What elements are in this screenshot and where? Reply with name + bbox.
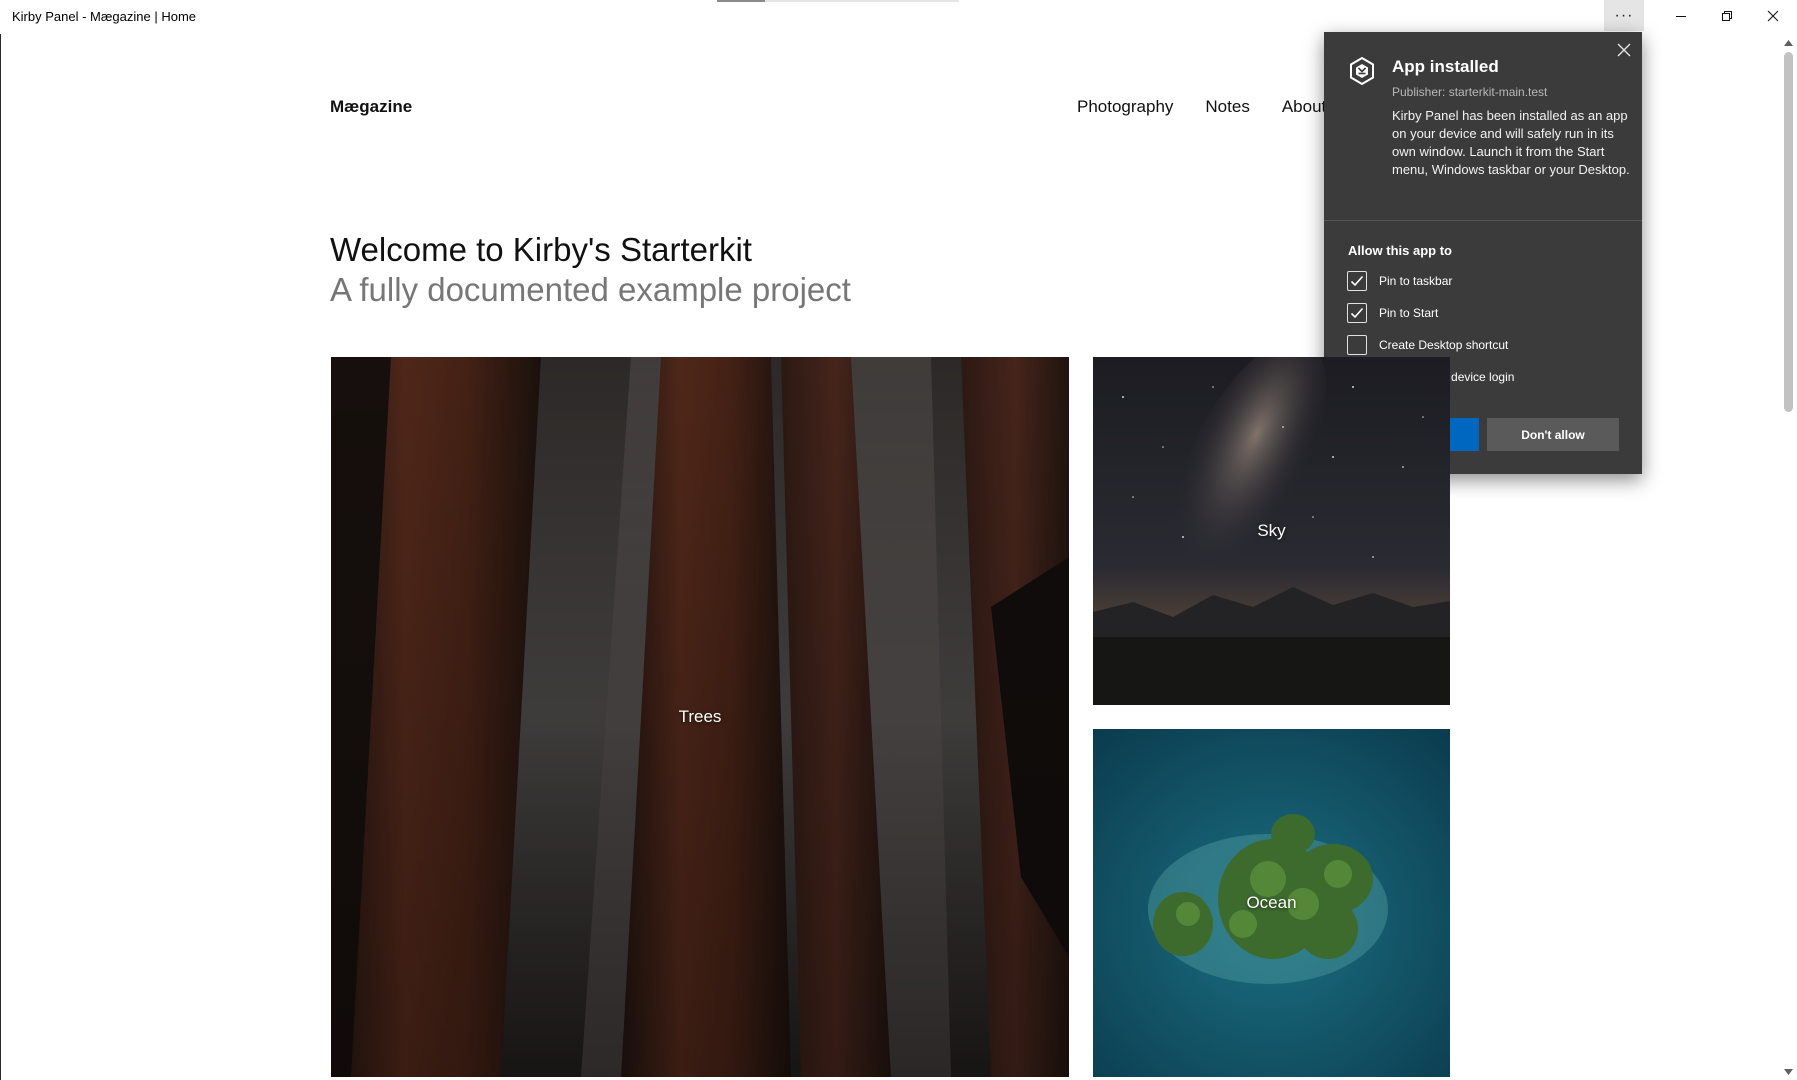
- scroll-thumb[interactable]: [1784, 52, 1793, 412]
- gallery-tile-trees[interactable]: Trees: [331, 357, 1069, 1077]
- option-label: Create Desktop shortcut: [1379, 338, 1509, 352]
- pin-to-taskbar-checkbox[interactable]: [1347, 271, 1367, 291]
- nav-link-photography[interactable]: Photography: [1077, 97, 1173, 117]
- page-subtitle: A fully documented example project: [330, 271, 851, 308]
- gallery-tile-ocean[interactable]: Ocean: [1093, 729, 1450, 1077]
- page-title: Welcome to Kirby's Starterkit: [330, 231, 752, 268]
- kirby-hexagon-icon: [1347, 56, 1377, 86]
- permissions-heading: Allow this app to: [1348, 243, 1452, 258]
- checkmark-icon: [1350, 307, 1364, 319]
- window-close-icon: [1767, 10, 1779, 21]
- page-scrollbar[interactable]: [1780, 34, 1797, 1080]
- site-logo[interactable]: Mægazine: [330, 97, 412, 117]
- gallery-tile-sky[interactable]: Sky: [1093, 357, 1450, 705]
- minimize-button[interactable]: [1658, 0, 1704, 31]
- option-label: Pin to Start: [1379, 306, 1439, 320]
- minimize-icon: [1676, 15, 1686, 17]
- app-menu-button[interactable]: ···: [1604, 0, 1644, 31]
- window-title: Kirby Panel - Mægazine | Home: [12, 9, 197, 24]
- title-bar: Kirby Panel - Mægazine | Home ···: [0, 0, 1797, 34]
- window-edge: [0, 34, 1, 1080]
- dialog-title: App installed: [1392, 57, 1499, 76]
- scroll-up-icon[interactable]: [1784, 38, 1793, 47]
- dialog-close-button[interactable]: [1614, 40, 1634, 60]
- dialog-divider: [1324, 220, 1642, 221]
- option-create-desktop-shortcut[interactable]: Create Desktop shortcut: [1347, 334, 1508, 356]
- pin-to-start-checkbox[interactable]: [1347, 303, 1367, 323]
- nav-link-notes[interactable]: Notes: [1205, 97, 1249, 117]
- site-nav: Photography Notes About: [1077, 97, 1326, 117]
- option-pin-to-start[interactable]: Pin to Start: [1347, 302, 1438, 324]
- nav-link-about[interactable]: About: [1282, 97, 1326, 117]
- gallery-label-trees: Trees: [678, 707, 722, 726]
- restore-button[interactable]: [1704, 0, 1750, 31]
- window-close-button[interactable]: [1750, 0, 1796, 31]
- scroll-down-icon[interactable]: [1784, 1067, 1793, 1076]
- dont-allow-button[interactable]: Don't allow: [1487, 418, 1619, 451]
- gallery-label-sky: Sky: [1257, 521, 1286, 540]
- loading-indicator: [717, 0, 959, 2]
- desktop-shortcut-checkbox[interactable]: [1347, 335, 1367, 355]
- dialog-publisher: Publisher: starterkit-main.test: [1392, 85, 1548, 99]
- restore-icon: [1722, 10, 1732, 21]
- close-icon: [1617, 43, 1631, 57]
- option-pin-to-taskbar[interactable]: Pin to taskbar: [1347, 270, 1452, 292]
- dialog-body: Kirby Panel has been installed as an app…: [1392, 108, 1630, 177]
- option-label: Pin to taskbar: [1379, 274, 1453, 288]
- gallery-label-ocean: Ocean: [1246, 893, 1297, 912]
- checkmark-icon: [1350, 275, 1364, 287]
